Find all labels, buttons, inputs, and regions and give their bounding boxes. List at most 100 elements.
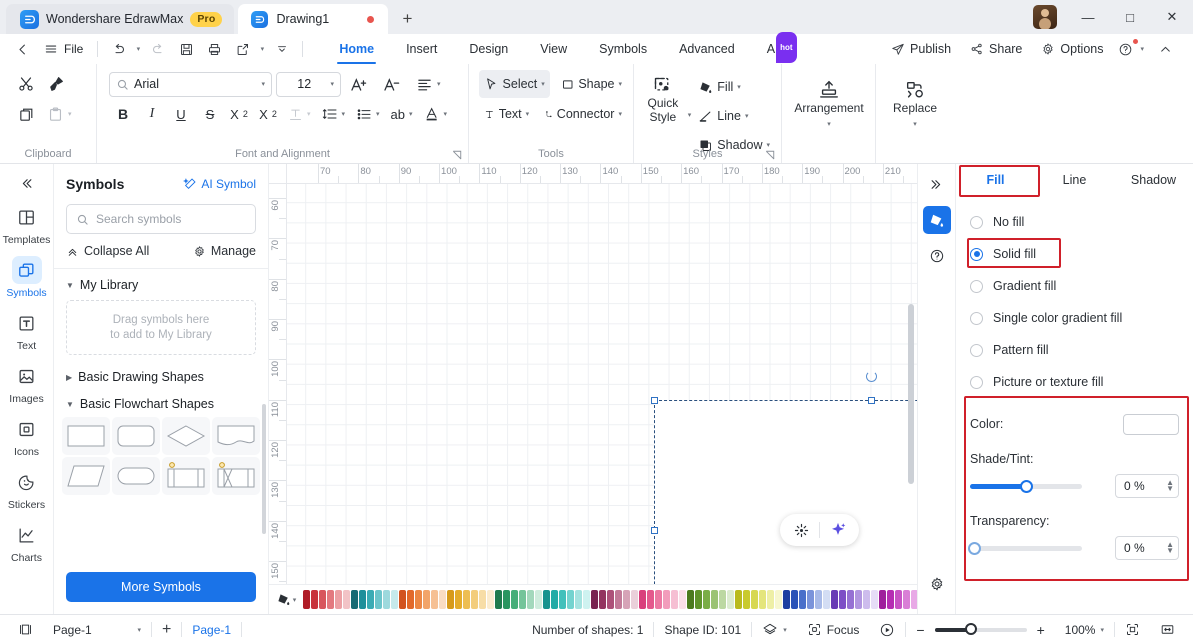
color-swatch[interactable] xyxy=(311,590,318,609)
color-swatch[interactable] xyxy=(431,590,438,609)
shape-tool-button[interactable]: Shape ▾ xyxy=(556,70,627,98)
section-basic-drawing-shapes[interactable]: ▶ Basic Drawing Shapes xyxy=(54,361,268,388)
color-swatch[interactable] xyxy=(567,590,574,609)
shape-decision[interactable] xyxy=(162,417,210,455)
color-swatch[interactable] xyxy=(831,590,838,609)
color-swatch[interactable] xyxy=(879,590,886,609)
color-swatch[interactable] xyxy=(679,590,686,609)
styles-dialog-launcher[interactable] xyxy=(765,150,775,160)
help-button[interactable]: ▾ xyxy=(1114,37,1148,61)
format-painter-button[interactable] xyxy=(42,70,70,98)
color-swatch[interactable] xyxy=(455,590,462,609)
save-button[interactable] xyxy=(172,37,200,61)
publish-button[interactable]: Publish xyxy=(883,37,959,61)
color-swatch[interactable] xyxy=(351,590,358,609)
zoom-out-button[interactable]: − xyxy=(906,619,934,641)
panel-settings-gear-icon[interactable] xyxy=(923,570,951,598)
color-swatch[interactable] xyxy=(663,590,670,609)
radio-gradient-fill[interactable] xyxy=(970,279,983,293)
color-swatch[interactable] xyxy=(671,590,678,609)
share-button[interactable]: Share xyxy=(962,37,1030,61)
bullet-list-button[interactable]: ▾ xyxy=(351,100,385,128)
replace-button[interactable]: Replace ▾ xyxy=(882,69,948,128)
color-swatch[interactable] xyxy=(471,590,478,609)
shape-process[interactable] xyxy=(62,417,110,455)
color-swatch[interactable] xyxy=(895,590,902,609)
color-swatch[interactable] xyxy=(823,590,830,609)
sidebar-item-charts[interactable]: Charts xyxy=(2,514,52,567)
line-button[interactable]: Line ▾ xyxy=(693,102,775,130)
tab-design[interactable]: Design xyxy=(453,34,524,64)
ai-effects-button[interactable] xyxy=(786,516,816,544)
arrangement-button[interactable]: Arrangement ▾ xyxy=(788,69,870,128)
font-color-button[interactable]: ▾ xyxy=(419,100,453,128)
text-tool-button[interactable]: Text ▾ xyxy=(479,100,534,128)
my-library-drop-zone[interactable]: Drag symbols here to add to My Library xyxy=(66,300,256,355)
transparency-slider-knob[interactable] xyxy=(968,541,981,555)
zoom-level-selector[interactable]: 100% ▾ xyxy=(1055,619,1114,641)
color-swatch[interactable] xyxy=(359,590,366,609)
undo-button[interactable] xyxy=(104,37,132,61)
color-swatch[interactable] xyxy=(335,590,342,609)
color-swatch[interactable] xyxy=(447,590,454,609)
color-swatch[interactable] xyxy=(807,590,814,609)
color-swatch[interactable] xyxy=(719,590,726,609)
color-swatch[interactable] xyxy=(343,590,350,609)
radio-pattern-fill[interactable] xyxy=(970,343,983,357)
color-swatch[interactable] xyxy=(655,590,662,609)
shade-tint-slider-knob[interactable] xyxy=(1019,479,1033,493)
drawing-canvas[interactable] xyxy=(287,184,917,584)
color-swatch[interactable] xyxy=(735,590,742,609)
cut-button[interactable] xyxy=(12,70,40,98)
horizontal-ruler[interactable]: 70 80 90 100 110 120 130 140 150 160 170 180 190 200 2… xyxy=(287,164,917,184)
radio-picture-or-texture-fill[interactable] xyxy=(970,375,983,389)
color-swatch[interactable] xyxy=(463,590,470,609)
palette-swatches[interactable] xyxy=(303,590,917,609)
shape-data[interactable] xyxy=(62,457,110,495)
text-align-button[interactable]: ▾ xyxy=(411,70,446,98)
shape-terminator[interactable] xyxy=(112,457,160,495)
manage-symbols-button[interactable]: Manage xyxy=(193,244,256,258)
presentation-button[interactable] xyxy=(869,619,905,641)
tab-home[interactable]: Home xyxy=(323,34,390,64)
color-swatch[interactable] xyxy=(631,590,638,609)
transparency-input[interactable]: 0 % ▲ ▼ xyxy=(1115,536,1179,560)
page-selector[interactable]: Page-1 ▾ xyxy=(43,619,151,641)
color-swatch[interactable] xyxy=(639,590,646,609)
minimize-button[interactable]: — xyxy=(1067,0,1109,34)
clear-formatting-button[interactable]: ▾ xyxy=(283,100,316,128)
add-page-button[interactable]: + xyxy=(152,619,181,641)
color-swatch[interactable] xyxy=(815,590,822,609)
connector-tool-button[interactable]: Connector ▾ xyxy=(540,100,627,128)
copy-button[interactable] xyxy=(12,100,40,128)
radio-single-color-gradient-fill[interactable] xyxy=(970,311,983,325)
color-swatch[interactable] xyxy=(503,590,510,609)
option-single-color-gradient-fill[interactable]: Single color gradient fill xyxy=(970,302,1179,334)
file-menu[interactable]: File xyxy=(36,37,91,61)
color-swatch[interactable] xyxy=(327,590,334,609)
quick-style-button[interactable]: Quick Style xyxy=(640,71,686,159)
shade-tint-stepper[interactable]: ▲ ▼ xyxy=(1166,479,1174,493)
underline-button[interactable]: U xyxy=(167,100,195,128)
color-swatch[interactable] xyxy=(799,590,806,609)
fit-width-button[interactable] xyxy=(1150,619,1185,641)
more-symbols-button[interactable]: More Symbols xyxy=(66,572,256,602)
color-swatch-button[interactable] xyxy=(1123,413,1179,435)
tab-symbols[interactable]: Symbols xyxy=(583,34,663,64)
text-case-button[interactable]: ab ▾ xyxy=(386,100,418,128)
ai-sparkle-button[interactable] xyxy=(823,516,853,544)
focus-button[interactable]: Focus xyxy=(797,619,870,641)
color-swatch[interactable] xyxy=(303,590,310,609)
color-swatch[interactable] xyxy=(391,590,398,609)
shape-internal-storage[interactable] xyxy=(212,457,260,495)
print-button[interactable] xyxy=(200,37,228,61)
color-swatch[interactable] xyxy=(759,590,766,609)
line-spacing-button[interactable]: ▾ xyxy=(317,100,351,128)
paste-button[interactable]: ▾ xyxy=(42,100,77,128)
radio-solid-fill[interactable] xyxy=(970,247,983,261)
bold-button[interactable]: B xyxy=(109,100,137,128)
tab-advanced[interactable]: Advanced xyxy=(663,34,751,64)
transparency-stepper[interactable]: ▲ ▼ xyxy=(1166,541,1174,555)
sidebar-item-symbols[interactable]: Symbols xyxy=(2,249,52,302)
zoom-slider[interactable] xyxy=(934,623,1027,635)
